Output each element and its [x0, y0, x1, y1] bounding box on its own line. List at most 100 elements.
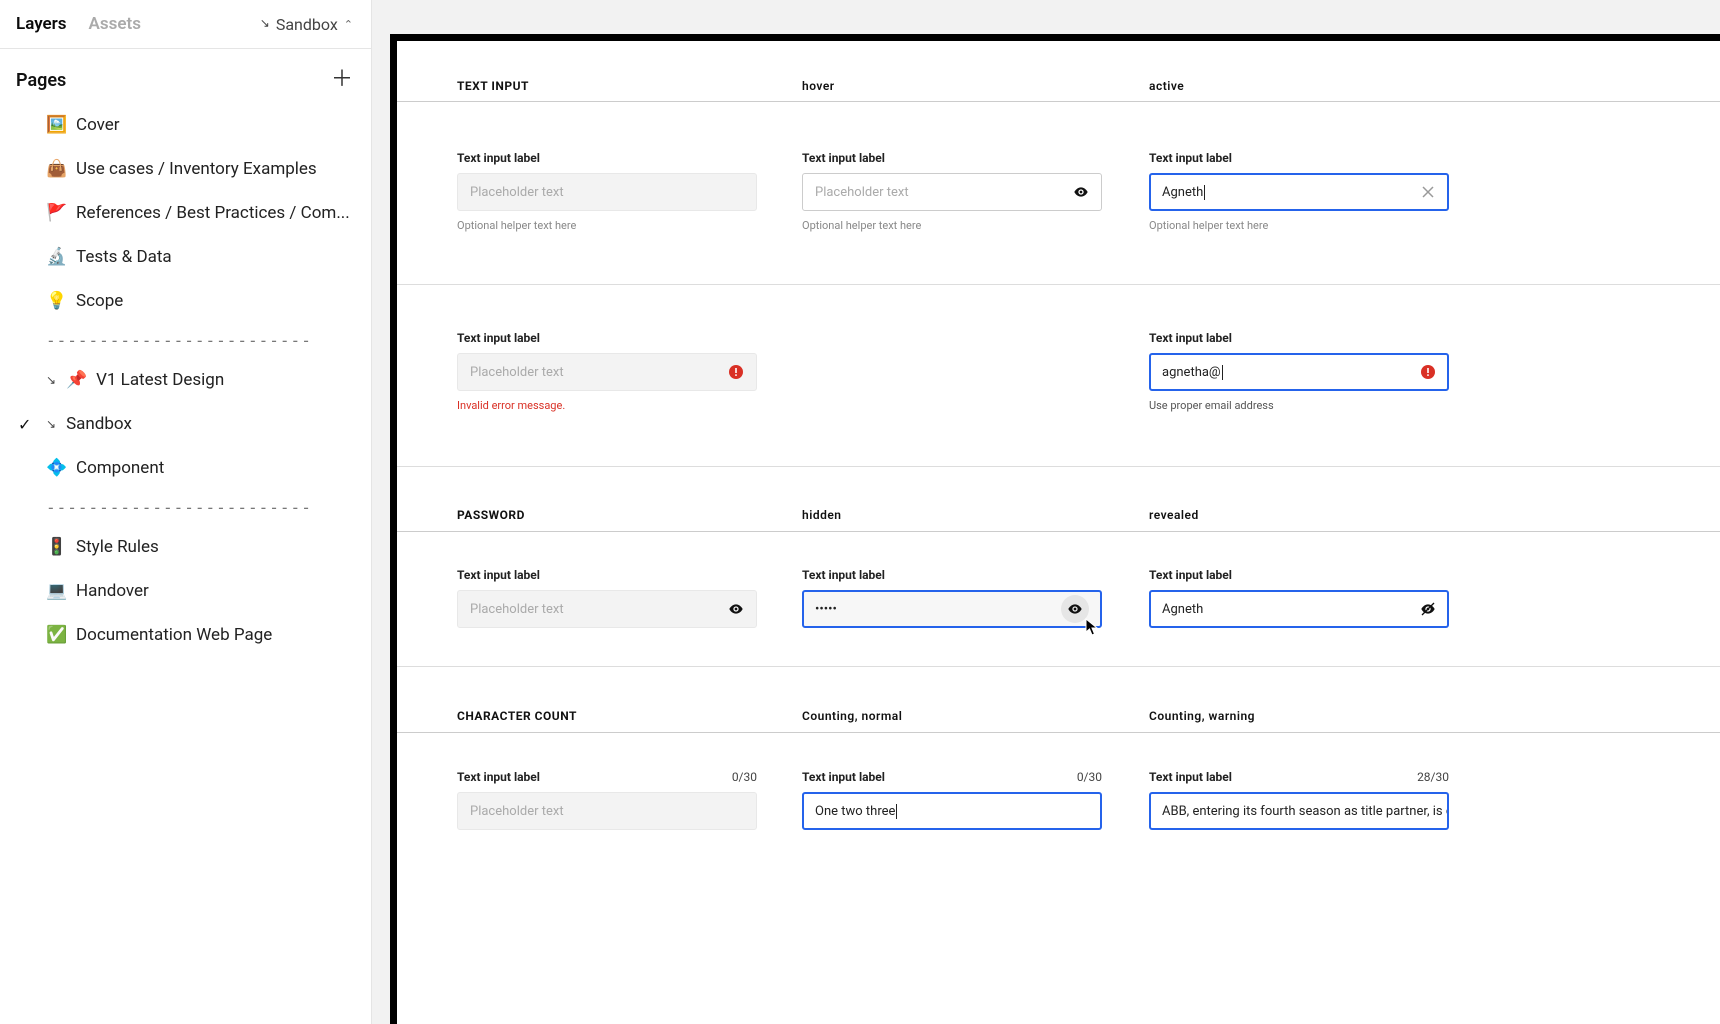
text-input[interactable]: Agneth: [1149, 173, 1449, 211]
page-selector[interactable]: ↘ Sandbox ⌃: [260, 15, 353, 34]
page-item[interactable]: 🚦 Style Rules: [0, 525, 371, 569]
charcount-input-empty: Text input label 0/30 Placeholder text: [457, 770, 757, 830]
divider-line: [397, 732, 1720, 733]
text-input[interactable]: Agneth: [1149, 590, 1449, 628]
left-panel-header: Layers Assets ↘ Sandbox ⌃: [0, 0, 371, 49]
error-icon: [1420, 364, 1436, 380]
page-emoji-icon: 🖼️: [46, 115, 68, 135]
char-count: 0/30: [732, 770, 757, 784]
page-label: Component: [76, 458, 164, 478]
section-header-text-input: TEXT INPUT: [457, 79, 529, 93]
text-input[interactable]: •••••: [802, 590, 1102, 628]
password-input-revealed: Text input label Agneth: [1149, 568, 1449, 628]
text-input-hover: Text input label Placeholder text Option…: [802, 151, 1102, 232]
clear-icon[interactable]: [1420, 184, 1436, 200]
canvas[interactable]: TEXT INPUT hover active Text input label…: [372, 0, 1720, 1024]
section-header-password: PASSWORD: [457, 508, 525, 522]
panel-tabs: Layers Assets: [16, 14, 141, 34]
charcount-input-warning: Text input label 28/30 ABB, entering its…: [1149, 770, 1449, 830]
input-value: Agneth: [1162, 602, 1203, 617]
char-count: 0/30: [1077, 770, 1102, 784]
design-frame-border: TEXT INPUT hover active Text input label…: [390, 34, 1720, 1024]
page-label: Cover: [76, 115, 120, 135]
add-page-button[interactable]: ＋: [331, 69, 353, 91]
input-value: •••••: [815, 602, 837, 617]
text-input[interactable]: Placeholder text: [457, 173, 757, 211]
placeholder-text: Placeholder text: [470, 602, 564, 617]
southeast-arrow-icon: ↘: [46, 373, 56, 387]
input-label: Text input label: [1149, 331, 1449, 345]
text-input[interactable]: Placeholder text: [802, 173, 1102, 211]
placeholder-text: Placeholder text: [470, 365, 564, 380]
page-item[interactable]: ✅Documentation Web Page: [0, 613, 371, 657]
southeast-arrow-icon: ↘: [46, 417, 56, 431]
pages-header: Pages ＋: [0, 49, 371, 103]
text-input[interactable]: Placeholder text: [457, 590, 757, 628]
text-input[interactable]: Placeholder text: [457, 792, 757, 830]
char-count: 28/30: [1417, 770, 1449, 784]
page-selector-label: Sandbox: [276, 15, 338, 34]
placeholder-text: Placeholder text: [470, 185, 564, 200]
text-input-default: Text input label Placeholder text Option…: [457, 151, 757, 232]
eye-icon[interactable]: [728, 601, 744, 617]
input-label: Text input label: [802, 151, 1102, 165]
page-list: 🖼️ Cover 👜Use cases / Inventory Examples 🚩 R…: [0, 103, 371, 657]
divider-line: [397, 466, 1720, 467]
page-item[interactable]: 🖼️ Cover: [0, 103, 371, 147]
page-item[interactable]: 🚩 References / Best Practices / Com...: [0, 191, 371, 235]
input-value: One two three: [815, 804, 895, 819]
divider-line: [397, 531, 1720, 532]
page-emoji-icon: 💠: [46, 458, 68, 478]
eye-icon[interactable]: [1073, 184, 1089, 200]
input-label: Text input label: [802, 568, 1102, 582]
page-label: Use cases / Inventory Examples: [76, 159, 317, 179]
column-header-active: active: [1149, 79, 1184, 93]
design-frame: TEXT INPUT hover active Text input label…: [397, 41, 1720, 1024]
page-label: Documentation Web Page: [76, 625, 272, 645]
charcount-input-normal: Text input label 0/30 One two three: [802, 770, 1102, 830]
page-emoji-icon: 🚦: [46, 537, 68, 557]
input-label: Text input label: [457, 568, 757, 582]
reveal-password-button[interactable]: [1061, 595, 1089, 623]
divider-line: [397, 666, 1720, 667]
text-input[interactable]: ABB, entering its fourth season as title…: [1149, 792, 1449, 830]
eye-off-icon[interactable]: [1420, 601, 1436, 617]
divider-line: [397, 101, 1720, 102]
southeast-arrow-icon: ↘: [260, 16, 270, 30]
input-label: Text input label: [457, 770, 540, 784]
page-label: Style Rules: [76, 537, 159, 557]
page-divider: -------------------------: [0, 323, 371, 358]
page-item[interactable]: ✓↘Sandbox: [0, 402, 371, 446]
error-text: Invalid error message.: [457, 399, 757, 412]
page-item[interactable]: ↘📌V1 Latest Design: [0, 358, 371, 402]
text-input[interactable]: One two three: [802, 792, 1102, 830]
placeholder-text: Placeholder text: [470, 804, 564, 819]
column-header-hover: hover: [802, 79, 835, 93]
page-item[interactable]: 💠 Component: [0, 446, 371, 490]
page-emoji-icon: 🚩: [46, 203, 68, 223]
chevron-up-icon: ⌃: [344, 18, 353, 31]
text-input[interactable]: Placeholder text: [457, 353, 757, 391]
text-input[interactable]: agnetha@: [1149, 353, 1449, 391]
page-label: Tests & Data: [76, 247, 172, 267]
input-label: Text input label: [457, 151, 757, 165]
helper-text: Optional helper text here: [802, 219, 1102, 232]
page-item[interactable]: 🔬Tests & Data: [0, 235, 371, 279]
column-header-hidden: hidden: [802, 508, 842, 522]
password-input-default: Text input label Placeholder text: [457, 568, 757, 628]
page-divider: -------------------------: [0, 490, 371, 525]
input-value: agnetha@: [1162, 365, 1221, 380]
helper-text: Use proper email address: [1149, 399, 1449, 412]
error-icon: [728, 364, 744, 380]
input-label: Text input label: [1149, 568, 1449, 582]
page-label: References / Best Practices / Com...: [76, 203, 350, 223]
page-item[interactable]: 💡Scope: [0, 279, 371, 323]
tab-assets[interactable]: Assets: [89, 14, 141, 34]
input-label: Text input label: [457, 331, 757, 345]
column-header-counting-normal: Counting, normal: [802, 709, 902, 723]
tab-layers[interactable]: Layers: [16, 14, 67, 34]
page-item[interactable]: 👜Use cases / Inventory Examples: [0, 147, 371, 191]
helper-text: Optional helper text here: [1149, 219, 1449, 232]
page-item[interactable]: 💻Handover: [0, 569, 371, 613]
text-input-active: Text input label Agneth Optional helper …: [1149, 151, 1449, 232]
